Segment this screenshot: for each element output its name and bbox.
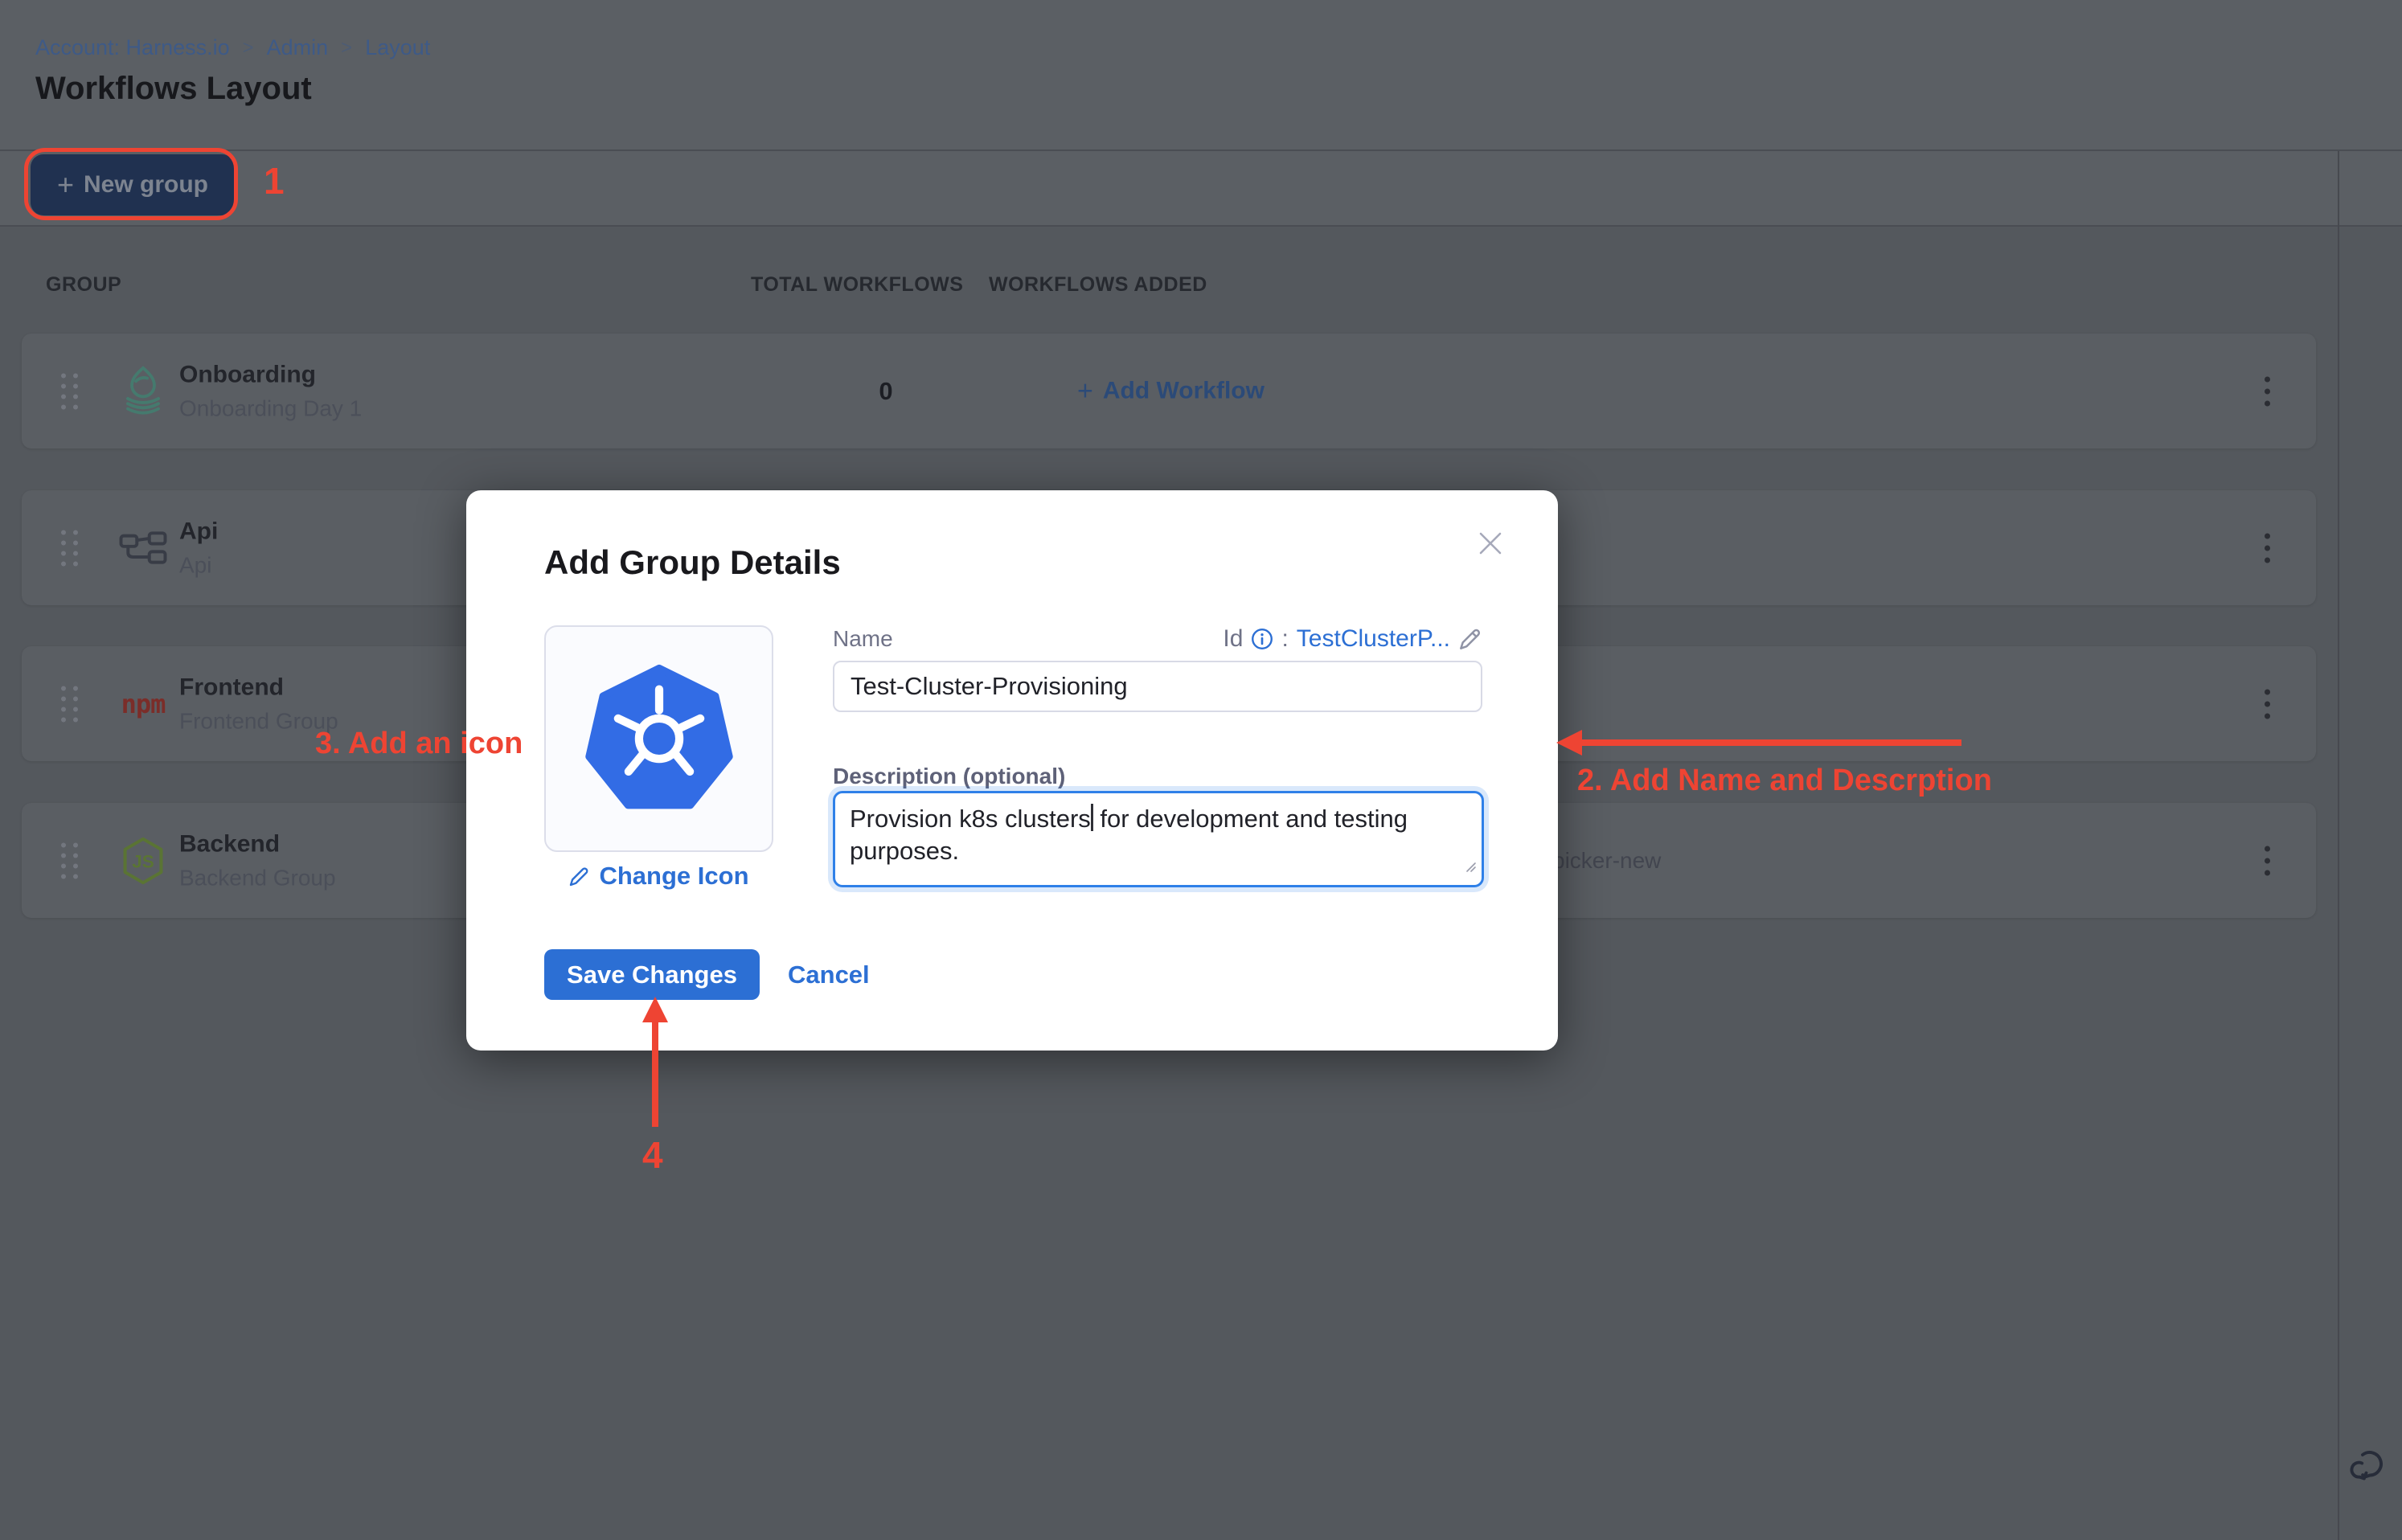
annotation-highlight-box [24,148,238,220]
workflow-added-name: picker-new [1552,848,1661,874]
annotation-arrow-line [652,1021,658,1127]
npm-logo-text: npm [121,689,166,719]
description-text-after-caret: for development and testing [1093,805,1408,833]
nodejs-logo-text: JS [132,851,154,871]
breadcrumb-layout[interactable]: Layout [365,35,430,60]
page-header: Account: Harness.io > Admin > Layout Wor… [0,0,2402,150]
annotation-step-4: 4 [642,1133,663,1177]
annotation-step-2: 2. Add Name and Descrption [1577,764,1992,798]
group-description: Onboarding Day 1 [179,395,362,421]
column-header-group: GROUP [46,273,121,297]
annotation-step-1: 1 [264,159,285,203]
drag-handle-icon[interactable] [61,530,78,566]
description-text-before-caret: Provision k8s clusters [850,805,1091,833]
column-header-workflows-added: WORKFLOWS ADDED [989,273,1207,297]
annotation-step-3: 3. Add an icon [315,727,523,761]
row-menu-kebab-icon[interactable] [2258,682,2277,725]
group-name: Frontend [179,674,338,701]
id-value[interactable]: TestClusterP... [1297,625,1450,653]
row-menu-kebab-icon[interactable] [2258,839,2277,882]
info-icon[interactable] [1251,628,1273,650]
id-group: Id : TestClusterP... [1223,625,1482,653]
add-group-details-modal: Add Group Details Change Icon Nam [466,490,1558,1051]
add-workflow-label: Add Workflow [1103,378,1265,405]
toolbar [0,151,2402,225]
name-input[interactable] [833,661,1482,712]
npm-icon: npm [107,689,179,719]
nodejs-icon: JS [107,837,179,885]
cancel-button[interactable]: Cancel [788,960,870,989]
group-name: Onboarding [179,361,362,388]
chevron-right-icon: > [341,37,352,59]
group-description: Backend Group [179,865,336,891]
drag-handle-icon[interactable] [61,373,78,409]
group-description: Api [179,552,218,578]
divider [0,225,2402,227]
annotation-arrow-line [1580,739,1961,746]
chat-bubbles-icon[interactable] [2346,1445,2389,1489]
description-textarea[interactable]: Provision k8s clusters for development a… [833,791,1484,887]
group-name: Api [179,518,218,545]
annotation-arrow-left-icon [1556,730,1582,756]
chevron-right-icon: > [243,37,254,59]
drag-handle-icon[interactable] [61,686,78,722]
modal-title: Add Group Details [544,543,841,582]
close-icon[interactable] [1473,526,1508,561]
workflows-layout-page: Account: Harness.io > Admin > Layout Wor… [0,0,2402,1540]
save-changes-button[interactable]: Save Changes [544,949,760,1000]
sitemap-icon [107,530,179,566]
total-workflows-value: 0 [842,377,930,406]
change-icon-label: Change Icon [599,862,748,891]
resize-grip-icon[interactable] [1464,849,1477,881]
page-title: Workflows Layout [35,71,312,107]
group-name: Backend [179,830,336,858]
group-cell: Frontend Frontend Group [179,674,338,734]
name-label: Name [833,626,893,652]
row-menu-kebab-icon[interactable] [2258,370,2277,412]
id-label: Id [1223,625,1243,653]
drag-handle-icon[interactable] [61,842,78,879]
breadcrumb-account[interactable]: Account: Harness.io [35,35,230,60]
group-icon-preview[interactable] [544,625,773,852]
plus-icon: + [1077,375,1093,407]
group-cell: Backend Backend Group [179,830,336,891]
breadcrumb-admin[interactable]: Admin [267,35,329,60]
kubernetes-icon [584,664,734,813]
breadcrumb: Account: Harness.io > Admin > Layout [35,35,430,60]
annotation-arrow-up-icon [642,997,668,1022]
table-row[interactable]: Onboarding Onboarding Day 1 0 + Add Work… [22,334,2316,448]
group-cell: Api Api [179,518,218,578]
id-colon: : [1281,625,1288,653]
description-label: Description (optional) [833,764,1065,789]
pencil-icon [568,866,590,887]
column-header-total-workflows: TOTAL WORKFLOWS [751,273,963,297]
group-cell: Onboarding Onboarding Day 1 [179,361,362,421]
name-field-header: Name Id : TestClusterP... [833,625,1482,653]
change-icon-link[interactable]: Change Icon [544,862,773,891]
description-text-line2: purposes. [850,837,959,865]
edit-id-pencil-icon[interactable] [1458,627,1482,651]
content-right-border [2338,151,2339,1540]
add-workflow-link[interactable]: + Add Workflow [1077,375,1265,407]
row-menu-kebab-icon[interactable] [2258,526,2277,569]
stacked-layers-icon [107,365,179,418]
